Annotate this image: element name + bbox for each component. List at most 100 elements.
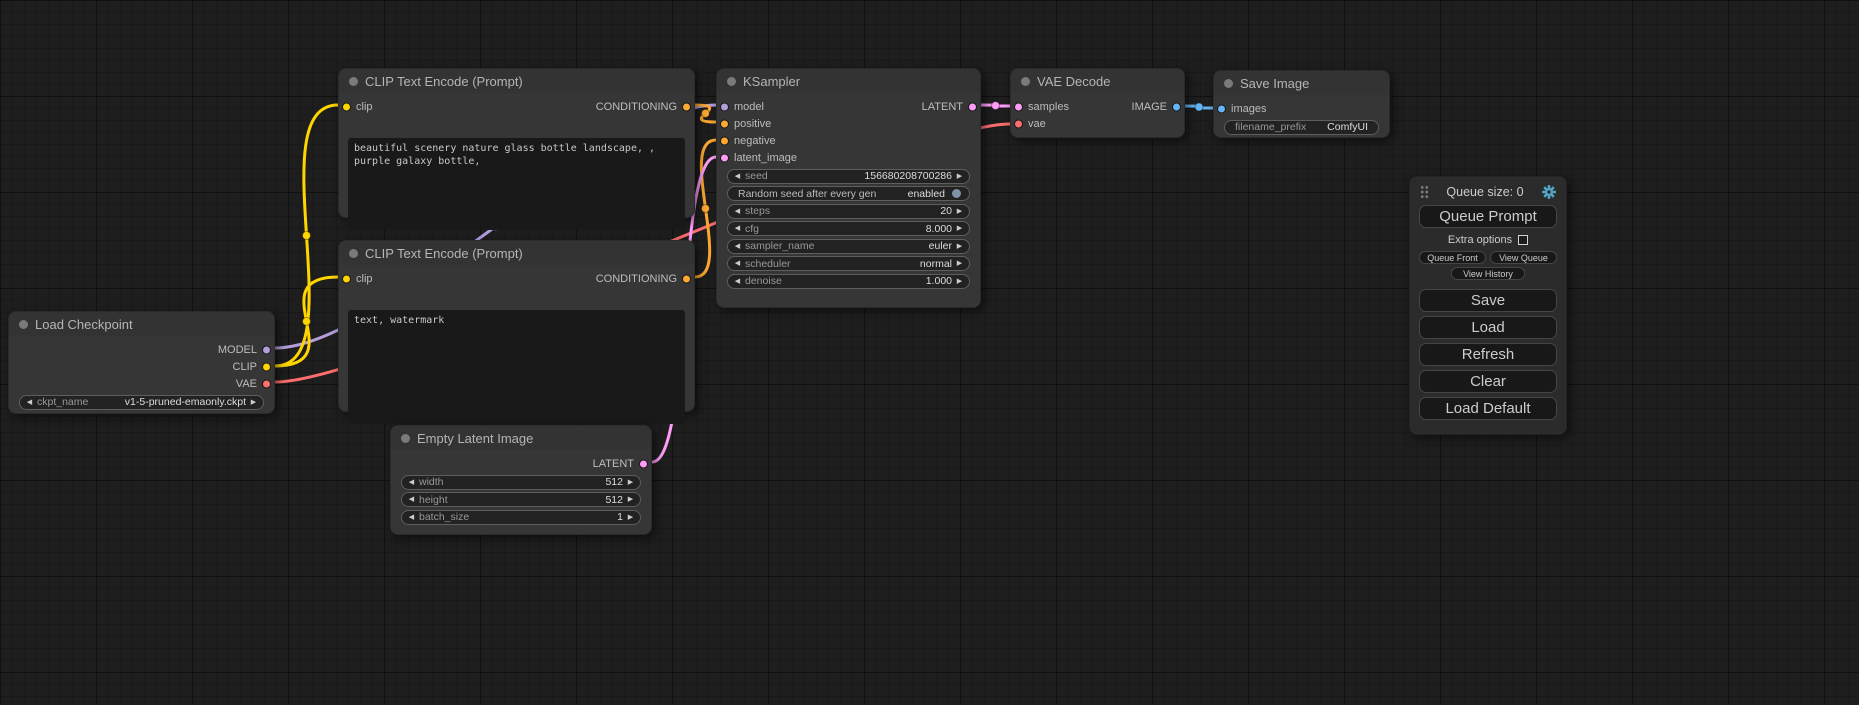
- output-slot-latent[interactable]: [639, 459, 648, 468]
- prev-value-arrow-icon[interactable]: ◀: [24, 395, 35, 410]
- input-slot-latent-image[interactable]: [720, 153, 729, 162]
- node-title-bar[interactable]: CLIP Text Encode (Prompt): [339, 69, 694, 93]
- node-title: CLIP Text Encode (Prompt): [365, 74, 523, 89]
- decrement-arrow-icon[interactable]: ◀: [406, 510, 417, 525]
- output-label: CONDITIONING: [596, 273, 677, 285]
- decrement-arrow-icon[interactable]: ◀: [732, 274, 743, 289]
- seed-widget[interactable]: ◀ seed 156680208700286 ▶: [727, 169, 970, 184]
- output-slot-image[interactable]: [1172, 102, 1181, 111]
- node-collapse-dot-icon[interactable]: [1021, 77, 1030, 86]
- increment-arrow-icon[interactable]: ▶: [954, 274, 965, 289]
- load-button[interactable]: Load: [1419, 316, 1557, 339]
- refresh-button[interactable]: Refresh: [1419, 343, 1557, 366]
- widget-value: enabled: [908, 188, 945, 200]
- node-collapse-dot-icon[interactable]: [349, 249, 358, 258]
- next-value-arrow-icon[interactable]: ▶: [954, 239, 965, 254]
- widget-value: 1.000: [926, 275, 952, 287]
- scheduler-widget[interactable]: ◀ scheduler normal ▶: [727, 256, 970, 271]
- node-title-bar[interactable]: Save Image: [1214, 71, 1389, 95]
- increment-arrow-icon[interactable]: ▶: [954, 169, 965, 184]
- batch-size-widget[interactable]: ◀ batch_size 1 ▶: [401, 510, 641, 525]
- widget-value: 8.000: [926, 223, 952, 235]
- prompt-textarea[interactable]: text, watermark: [348, 310, 685, 424]
- sampler-name-widget[interactable]: ◀ sampler_name euler ▶: [727, 239, 970, 254]
- width-widget[interactable]: ◀ width 512 ▶: [401, 475, 641, 490]
- node-load-checkpoint[interactable]: Load Checkpoint MODEL CLIP VAE ◀ ckpt_na…: [8, 311, 275, 414]
- view-history-button[interactable]: View History: [1451, 267, 1525, 280]
- output-slot-clip[interactable]: [262, 362, 271, 371]
- increment-arrow-icon[interactable]: ▶: [625, 492, 636, 507]
- widget-value: v1-5-pruned-emaonly.ckpt: [125, 396, 246, 408]
- settings-gear-icon[interactable]: [1541, 184, 1557, 200]
- node-vae-decode[interactable]: VAE Decode samples IMAGE vae: [1010, 68, 1185, 138]
- output-label: MODEL: [218, 344, 257, 356]
- menu-panel: Queue size: 0 Queue Prompt Extra options…: [1409, 176, 1567, 435]
- node-collapse-dot-icon[interactable]: [401, 434, 410, 443]
- input-slot-negative[interactable]: [720, 136, 729, 145]
- random-seed-toggle-widget[interactable]: Random seed after every gen enabled: [727, 186, 970, 201]
- next-value-arrow-icon[interactable]: ▶: [954, 256, 965, 271]
- output-slot-vae[interactable]: [262, 379, 271, 388]
- clear-button[interactable]: Clear: [1419, 370, 1557, 393]
- input-slot-vae[interactable]: [1014, 119, 1023, 128]
- output-slot-conditioning[interactable]: [682, 274, 691, 283]
- node-title-bar[interactable]: KSampler: [717, 69, 980, 93]
- node-save-image[interactable]: Save Image images filename_prefix ComfyU…: [1213, 70, 1390, 138]
- input-slot-images[interactable]: [1217, 104, 1226, 113]
- input-slot-positive[interactable]: [720, 119, 729, 128]
- queue-front-button[interactable]: Queue Front: [1419, 251, 1486, 264]
- decrement-arrow-icon[interactable]: ◀: [732, 204, 743, 219]
- decrement-arrow-icon[interactable]: ◀: [406, 475, 417, 490]
- menu-drag-handle-icon[interactable]: [1420, 185, 1429, 199]
- view-queue-button[interactable]: View Queue: [1490, 251, 1557, 264]
- input-slot-model[interactable]: [720, 102, 729, 111]
- node-clip-text-encode-positive[interactable]: CLIP Text Encode (Prompt) clip CONDITION…: [338, 68, 695, 218]
- node-title-bar[interactable]: Empty Latent Image: [391, 426, 651, 450]
- cfg-widget[interactable]: ◀ cfg 8.000 ▶: [727, 221, 970, 236]
- node-collapse-dot-icon[interactable]: [727, 77, 736, 86]
- decrement-arrow-icon[interactable]: ◀: [732, 169, 743, 184]
- denoise-widget[interactable]: ◀ denoise 1.000 ▶: [727, 274, 970, 289]
- node-collapse-dot-icon[interactable]: [349, 77, 358, 86]
- node-clip-text-encode-negative[interactable]: CLIP Text Encode (Prompt) clip CONDITION…: [338, 240, 695, 412]
- extra-options-checkbox[interactable]: [1518, 235, 1528, 245]
- ckpt-name-widget[interactable]: ◀ ckpt_name v1-5-pruned-emaonly.ckpt ▶: [19, 395, 264, 410]
- decrement-arrow-icon[interactable]: ◀: [406, 492, 417, 507]
- widget-value: 512: [605, 494, 623, 506]
- prompt-textarea[interactable]: beautiful scenery nature glass bottle la…: [348, 138, 685, 230]
- input-slot-samples[interactable]: [1014, 102, 1023, 111]
- output-slot-conditioning[interactable]: [682, 102, 691, 111]
- increment-arrow-icon[interactable]: ▶: [625, 510, 636, 525]
- filename-prefix-widget[interactable]: filename_prefix ComfyUI: [1224, 120, 1379, 135]
- input-slot-clip[interactable]: [342, 102, 351, 111]
- prev-value-arrow-icon[interactable]: ◀: [732, 256, 743, 271]
- output-slot-model[interactable]: [262, 345, 271, 354]
- node-title: Load Checkpoint: [35, 317, 133, 332]
- output-slot-latent[interactable]: [968, 102, 977, 111]
- node-empty-latent-image[interactable]: Empty Latent Image LATENT ◀ width 512 ▶ …: [390, 425, 652, 535]
- node-collapse-dot-icon[interactable]: [19, 320, 28, 329]
- widget-value: ComfyUI: [1327, 121, 1368, 133]
- decrement-arrow-icon[interactable]: ◀: [732, 221, 743, 236]
- increment-arrow-icon[interactable]: ▶: [954, 204, 965, 219]
- queue-prompt-button[interactable]: Queue Prompt: [1419, 205, 1557, 228]
- increment-arrow-icon[interactable]: ▶: [625, 475, 636, 490]
- input-slot-clip[interactable]: [342, 274, 351, 283]
- toggle-indicator-icon[interactable]: [952, 189, 961, 198]
- node-title-bar[interactable]: Load Checkpoint: [9, 312, 274, 336]
- next-value-arrow-icon[interactable]: ▶: [248, 395, 259, 410]
- node-collapse-dot-icon[interactable]: [1224, 79, 1233, 88]
- increment-arrow-icon[interactable]: ▶: [954, 221, 965, 236]
- prev-value-arrow-icon[interactable]: ◀: [732, 239, 743, 254]
- node-title-bar[interactable]: VAE Decode: [1011, 69, 1184, 93]
- load-default-button[interactable]: Load Default: [1419, 397, 1557, 420]
- height-widget[interactable]: ◀ height 512 ▶: [401, 492, 641, 507]
- save-button[interactable]: Save: [1419, 289, 1557, 312]
- input-label: clip: [356, 273, 373, 285]
- widget-value: 512: [605, 476, 623, 488]
- node-ksampler[interactable]: KSampler model LATENT positive negative …: [716, 68, 981, 308]
- node-title-bar[interactable]: CLIP Text Encode (Prompt): [339, 241, 694, 265]
- steps-widget[interactable]: ◀ steps 20 ▶: [727, 204, 970, 219]
- widget-label: denoise: [745, 275, 782, 287]
- widget-label: ckpt_name: [37, 396, 88, 408]
